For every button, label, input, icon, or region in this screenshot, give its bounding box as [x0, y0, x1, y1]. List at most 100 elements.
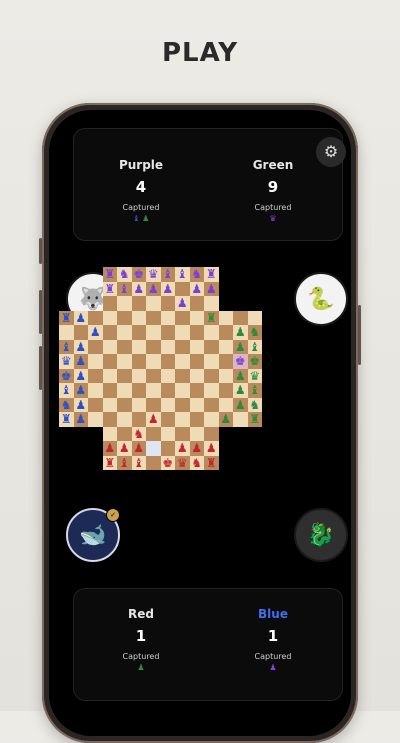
board-square[interactable]: [131, 354, 146, 369]
board-square[interactable]: ♟: [131, 281, 146, 296]
board-square[interactable]: ♜: [204, 267, 219, 282]
board-square[interactable]: [189, 296, 204, 311]
board-square[interactable]: [204, 412, 219, 427]
board-square[interactable]: [117, 412, 132, 427]
board-square[interactable]: [146, 426, 161, 441]
board-square[interactable]: [189, 383, 204, 398]
chess-piece-icon[interactable]: ♟: [177, 442, 188, 454]
board-square[interactable]: ♝: [117, 281, 132, 296]
chess-piece-icon[interactable]: ♟: [104, 442, 115, 454]
chess-piece-icon[interactable]: ♟: [75, 370, 86, 382]
board-square[interactable]: [102, 397, 117, 412]
board-square[interactable]: [102, 383, 117, 398]
chess-piece-icon[interactable]: ♛: [249, 370, 260, 382]
board-square[interactable]: [160, 412, 175, 427]
board-square[interactable]: [146, 397, 161, 412]
board-square[interactable]: ♜: [247, 412, 262, 427]
chess-piece-icon[interactable]: ♟: [75, 312, 86, 324]
board-square[interactable]: [146, 339, 161, 354]
board-square[interactable]: [117, 339, 132, 354]
board-square[interactable]: ♛: [59, 354, 74, 369]
board-square[interactable]: ♜: [204, 455, 219, 470]
board-square[interactable]: [204, 426, 219, 441]
board-square[interactable]: ♛: [146, 267, 161, 282]
chess-piece-icon[interactable]: ♝: [61, 384, 72, 396]
board-square[interactable]: ♞: [247, 397, 262, 412]
board-square[interactable]: [146, 383, 161, 398]
board-square[interactable]: [131, 339, 146, 354]
board-square[interactable]: [204, 383, 219, 398]
board-square[interactable]: [88, 310, 103, 325]
board-square[interactable]: ♚: [160, 455, 175, 470]
board-square[interactable]: [117, 397, 132, 412]
board-square[interactable]: ♟: [73, 310, 88, 325]
board-square[interactable]: [247, 310, 262, 325]
board-square[interactable]: [218, 354, 233, 369]
chess-piece-icon[interactable]: ♟: [206, 442, 217, 454]
board-square[interactable]: [175, 368, 190, 383]
board-square[interactable]: [88, 339, 103, 354]
board-square[interactable]: [73, 325, 88, 340]
board-square[interactable]: [233, 310, 248, 325]
board-square[interactable]: ♞: [131, 426, 146, 441]
board-square[interactable]: [189, 426, 204, 441]
board-square[interactable]: ♞: [59, 397, 74, 412]
chess-piece-icon[interactable]: ♟: [75, 384, 86, 396]
board-square[interactable]: [117, 383, 132, 398]
whale-player-button[interactable]: 🐋 ✓: [66, 508, 120, 562]
chess-piece-icon[interactable]: ♜: [104, 457, 115, 469]
board-square[interactable]: [131, 397, 146, 412]
board-square[interactable]: ♟: [73, 354, 88, 369]
board-square[interactable]: [204, 339, 219, 354]
board-square[interactable]: [175, 281, 190, 296]
board-square[interactable]: ♝: [247, 339, 262, 354]
board-square[interactable]: [102, 412, 117, 427]
board-square[interactable]: [102, 368, 117, 383]
board-square[interactable]: [189, 310, 204, 325]
board-square[interactable]: ♝: [59, 383, 74, 398]
board-square[interactable]: [117, 368, 132, 383]
board-square[interactable]: [233, 412, 248, 427]
board-square[interactable]: [189, 339, 204, 354]
board-square[interactable]: [189, 354, 204, 369]
board-square[interactable]: ♟: [160, 281, 175, 296]
chess-piece-icon[interactable]: ♟: [133, 283, 144, 295]
chess-piece-icon[interactable]: ♞: [191, 457, 202, 469]
board-square[interactable]: ♟: [233, 383, 248, 398]
chess-piece-icon[interactable]: ♟: [235, 399, 246, 411]
board-square[interactable]: [102, 310, 117, 325]
board-square[interactable]: ♞: [189, 267, 204, 282]
board-square[interactable]: [146, 354, 161, 369]
chess-piece-icon[interactable]: ♜: [61, 413, 72, 425]
chess-piece-icon[interactable]: ♝: [61, 341, 72, 353]
board-square[interactable]: [175, 310, 190, 325]
board-square[interactable]: [102, 354, 117, 369]
board-square[interactable]: [160, 339, 175, 354]
chess-piece-icon[interactable]: ♜: [249, 413, 260, 425]
board-square[interactable]: ♝: [160, 267, 175, 282]
board-square[interactable]: ♚: [131, 267, 146, 282]
board-square[interactable]: [189, 412, 204, 427]
board-square[interactable]: ♜: [59, 310, 74, 325]
board-square[interactable]: ♞: [247, 325, 262, 340]
board-square[interactable]: ♟: [131, 441, 146, 456]
chess-piece-icon[interactable]: ♞: [249, 399, 260, 411]
dragon-player-button[interactable]: 🐉: [294, 508, 348, 562]
board-square[interactable]: ♝: [131, 455, 146, 470]
board-square[interactable]: [146, 441, 161, 456]
board-square[interactable]: [131, 296, 146, 311]
chess-piece-icon[interactable]: ♟: [191, 442, 202, 454]
chess-piece-icon[interactable]: ♚: [162, 457, 173, 469]
chess-piece-icon[interactable]: ♚: [61, 370, 72, 382]
board-square[interactable]: [218, 368, 233, 383]
board-square[interactable]: [160, 354, 175, 369]
board-square[interactable]: ♟: [175, 296, 190, 311]
chess-piece-icon[interactable]: ♟: [162, 283, 173, 295]
board-square[interactable]: ♟: [73, 412, 88, 427]
board-square[interactable]: [160, 325, 175, 340]
board-square[interactable]: ♟: [218, 412, 233, 427]
chess-piece-icon[interactable]: ♟: [75, 399, 86, 411]
board-square[interactable]: [146, 455, 161, 470]
board-square[interactable]: ♟: [233, 368, 248, 383]
chess-piece-icon[interactable]: ♝: [162, 268, 173, 280]
